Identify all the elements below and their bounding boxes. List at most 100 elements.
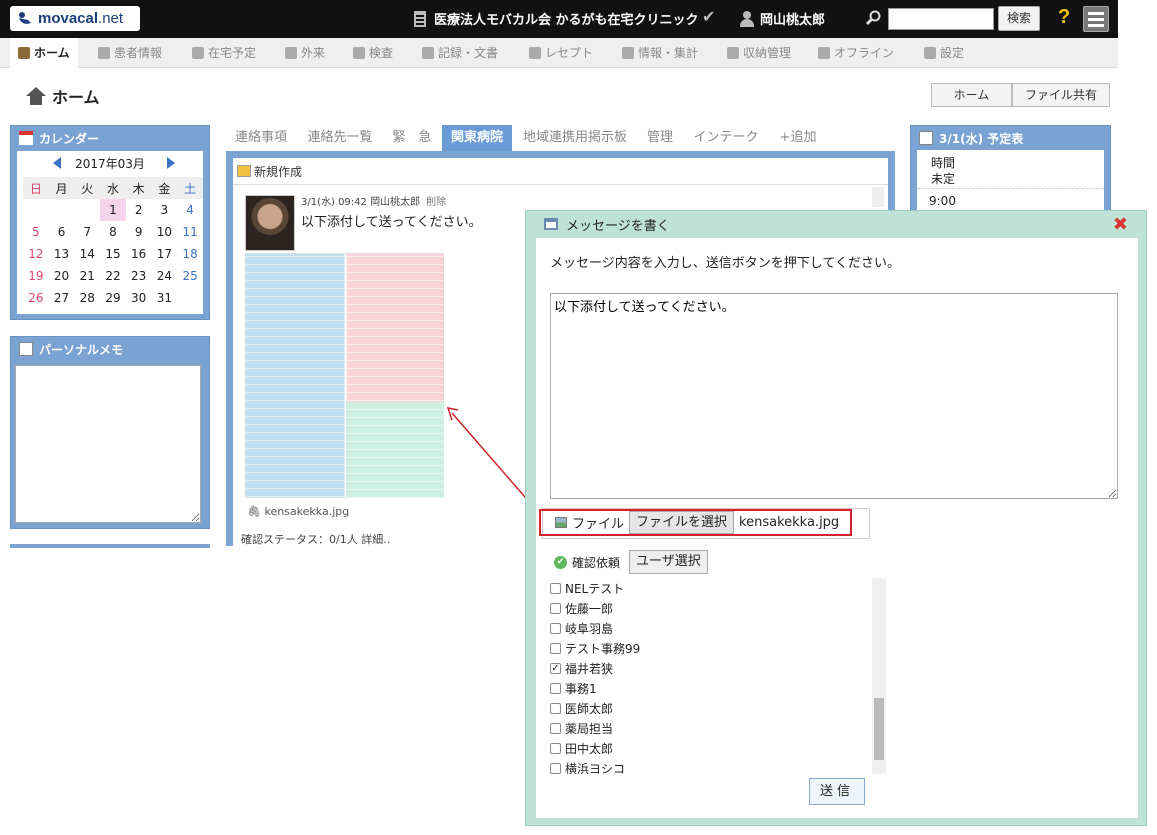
close-icon[interactable]: ✖ [1113,214,1128,235]
user-list-scrollbar[interactable] [872,578,886,774]
nav-item-outpatient[interactable]: 外来 [285,38,325,68]
nav-item-exam[interactable]: 検査 [353,38,393,68]
send-button[interactable]: 送信 [809,778,865,805]
calendar-day[interactable]: 13 [49,243,75,265]
calendar-day[interactable]: 4 [177,199,203,221]
calendar-day[interactable]: 18 [177,243,203,265]
calendar-day[interactable] [49,199,75,221]
checkbox[interactable] [550,622,561,634]
checkbox[interactable] [550,762,561,774]
user-menu[interactable]: 岡山桃太郎 [740,9,825,28]
tab-emergency[interactable]: 緊 急 [384,125,440,151]
next-month-icon[interactable] [167,157,175,169]
list-item[interactable]: 田中太郎 [550,738,890,758]
calendar-day[interactable]: 20 [49,265,75,287]
delete-link[interactable]: 削除 [426,197,446,208]
nav-item-billing[interactable]: 収納管理 [727,38,791,68]
search-input[interactable] [888,8,994,30]
list-item[interactable]: テスト事務99 [550,638,890,658]
calendar-day[interactable]: 3 [152,199,178,221]
file-share-button[interactable]: ファイル共有 [1012,83,1110,107]
calendar-day[interactable]: 21 [74,265,100,287]
search-button[interactable]: 検索 [998,6,1040,31]
calendar-day[interactable]: 25 [177,265,203,287]
calendar-day[interactable]: 31 [152,287,178,309]
calendar-day[interactable]: 12 [23,243,49,265]
calendar-day[interactable]: 19 [23,265,49,287]
nav-item-info[interactable]: 情報・集計 [622,38,698,68]
calendar-day[interactable]: 11 [177,221,203,243]
user-select-button[interactable]: ユーザ選択 [629,550,708,574]
tab-admin[interactable]: 管理 [638,125,682,151]
list-item[interactable]: ✓ 福井若狭 [550,658,890,678]
confirm-status[interactable]: 確認ステータス：0/1人 詳細.. [241,531,390,547]
attachment-thumbnail[interactable] [245,253,444,498]
calendar-day[interactable]: 28 [74,287,100,309]
nav-item-records[interactable]: 記録・文書 [422,38,498,68]
nav-item-offline[interactable]: オフライン [818,38,894,68]
calendar-day[interactable]: 15 [100,243,126,265]
checkbox[interactable] [550,682,561,694]
list-item[interactable]: 横浜ヨシコ [550,758,890,774]
logo-bird-icon [19,11,31,24]
calendar-day[interactable]: 23 [126,265,152,287]
tab-regional-board[interactable]: 地域連携用掲示板 [514,125,636,151]
help-icon[interactable]: ? [1058,6,1070,29]
memo-textarea[interactable] [15,365,201,523]
tab-intake[interactable]: インテーク [684,125,768,151]
nav-item-home-visit[interactable]: 在宅予定 [192,38,256,68]
calendar-day[interactable]: 14 [74,243,100,265]
checkbox[interactable] [550,742,561,754]
checkbox[interactable] [550,582,561,594]
calendar-day[interactable]: 29 [100,287,126,309]
calendar-day[interactable]: 17 [152,243,178,265]
calendar-day[interactable]: 5 [23,221,49,243]
list-item[interactable]: 薬局担当 [550,718,890,738]
calendar-day[interactable]: 8 [100,221,126,243]
list-item[interactable]: 佐藤一郎 [550,598,890,618]
scroll-thumb[interactable] [874,698,884,760]
calendar-day[interactable]: 30 [126,287,152,309]
attachment-link[interactable]: 🖇 kensakekka.jpg [247,505,349,518]
tab-add[interactable]: +追加 [770,125,826,151]
nav-item-receipt[interactable]: レセプト [529,38,593,68]
check-icon[interactable]: ✔ [702,7,715,26]
list-item[interactable]: NELテスト [550,578,890,598]
calendar-day[interactable]: 16 [126,243,152,265]
checkbox[interactable] [550,642,561,654]
scrollbar[interactable] [872,187,884,207]
list-item[interactable]: 岐阜羽島 [550,618,890,638]
list-item[interactable]: 医師太郎 [550,698,890,718]
checkbox-checked[interactable]: ✓ [550,662,561,674]
calendar-day[interactable] [177,287,203,309]
calendar-day[interactable]: 24 [152,265,178,287]
calendar-day[interactable]: 9 [126,221,152,243]
calendar-day[interactable]: 2 [126,199,152,221]
list-item[interactable]: 事務1 [550,678,890,698]
message-textarea[interactable]: 以下添付して送ってください。 [550,293,1118,499]
tab-contact-list[interactable]: 連絡先一覧 [298,125,382,151]
tab-kanto-hospital[interactable]: 関東病院 [442,125,512,151]
nav-item-home[interactable]: ホーム [10,38,78,68]
checkbox[interactable] [550,702,561,714]
calendar-day[interactable]: 7 [74,221,100,243]
movacal-logo[interactable]: movacal.net [10,6,140,31]
hamburger-menu-icon[interactable] [1083,6,1109,32]
new-post-button[interactable]: 新規作成 [237,160,302,182]
nav-item-settings[interactable]: 設定 [924,38,964,68]
calendar-day[interactable]: 10 [152,221,178,243]
clinic-selector[interactable]: 医療法人モバカル会 かるがも在宅クリニック [414,9,699,28]
calendar-day[interactable]: 26 [23,287,49,309]
calendar-day[interactable]: 6 [49,221,75,243]
checkbox[interactable] [550,722,561,734]
choose-file-button[interactable]: ファイルを選択 [629,511,735,534]
calendar-day[interactable]: 22 [100,265,126,287]
checkbox[interactable] [550,602,561,614]
home-button[interactable]: ホーム [931,83,1012,107]
calendar-day-today[interactable]: 1 [100,199,126,221]
tab-contact[interactable]: 連絡事項 [226,125,296,151]
calendar-day[interactable] [74,199,100,221]
calendar-day[interactable] [23,199,49,221]
nav-item-patient[interactable]: 患者情報 [98,38,162,68]
calendar-day[interactable]: 27 [49,287,75,309]
